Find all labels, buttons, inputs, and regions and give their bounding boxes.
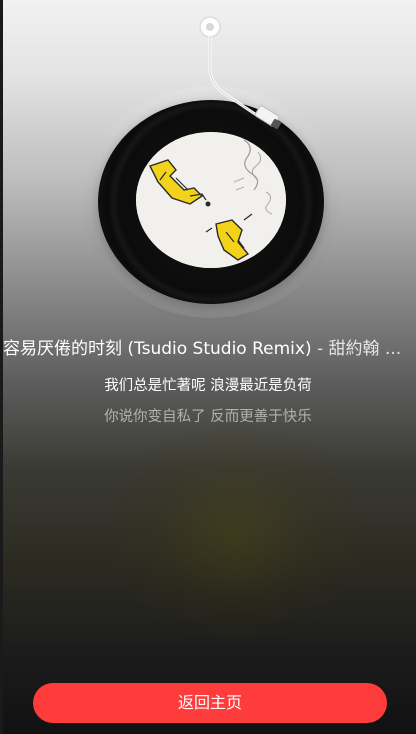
artist-name: 甜約翰 ... bbox=[328, 339, 402, 359]
left-edge-divider bbox=[0, 0, 3, 734]
back-to-home-button[interactable]: 返回主页 bbox=[33, 683, 387, 723]
lyric-next-line: 你说你变自私了 反而更善于快乐 bbox=[104, 409, 312, 425]
title-separator: - bbox=[311, 339, 329, 359]
music-player-screen: 容易厌倦的时刻 (Tsudio Studio Remix) - 甜約翰 ... … bbox=[0, 0, 416, 734]
album-cover bbox=[136, 132, 286, 268]
song-title: 容易厌倦的时刻 (Tsudio Studio Remix) - 甜約翰 ... bbox=[3, 338, 413, 360]
tonearm-icon[interactable] bbox=[196, 14, 296, 139]
song-name: 容易厌倦的时刻 (Tsudio Studio Remix) bbox=[3, 339, 312, 359]
lyric-current-line: 我们总是忙著呢 浪漫最近是负荷 bbox=[104, 378, 312, 394]
